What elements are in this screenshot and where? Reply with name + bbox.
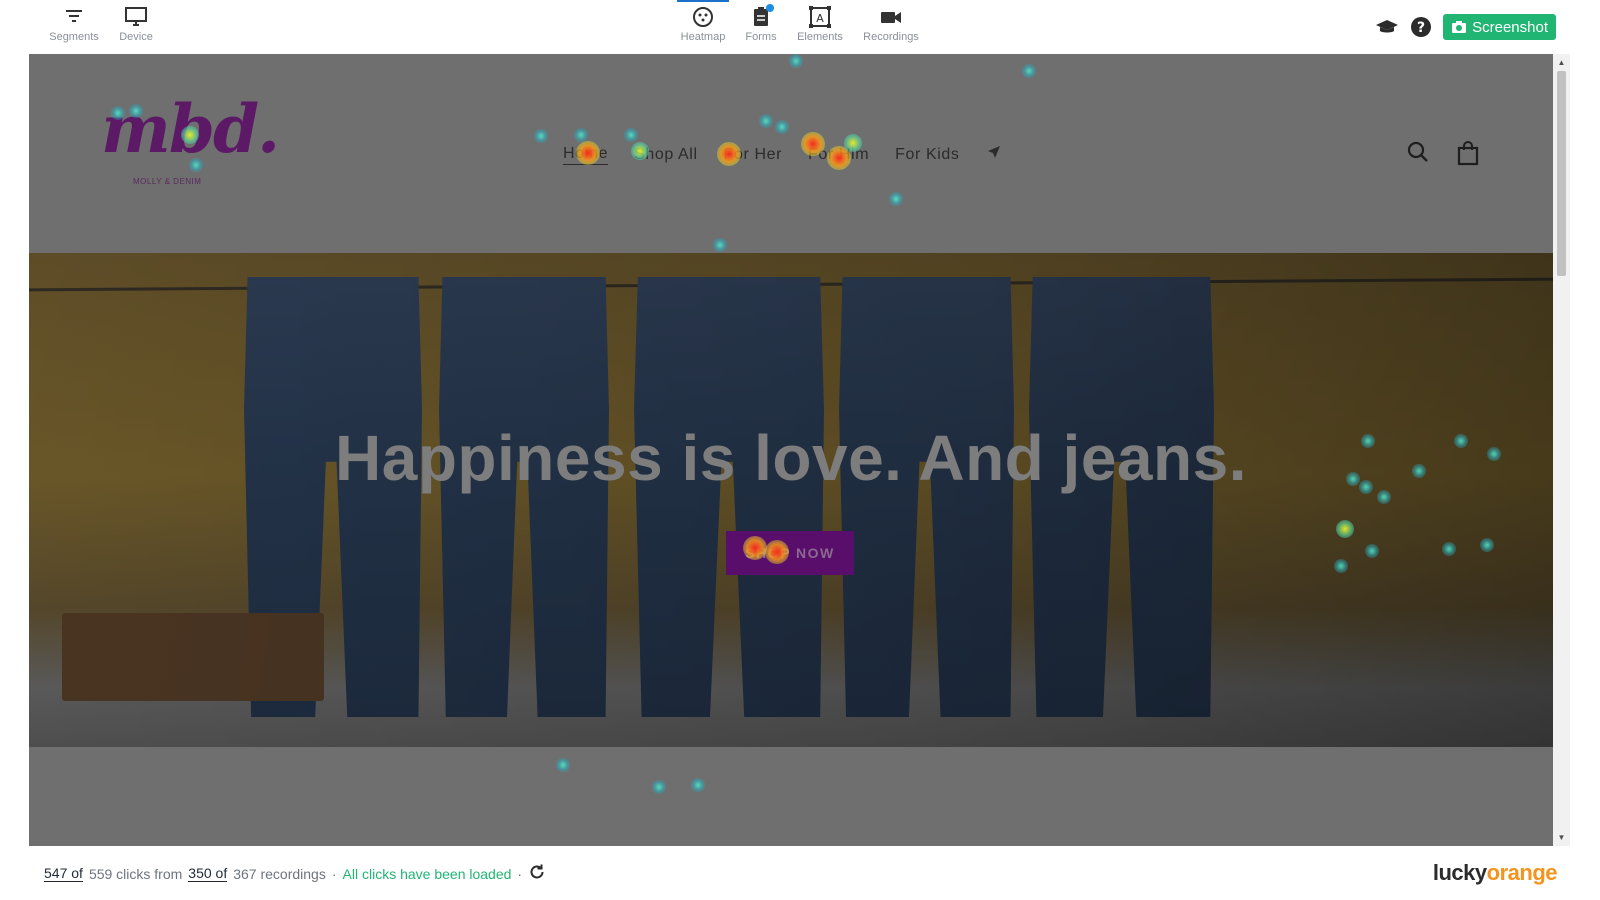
clicks-shown[interactable]: 547 of — [44, 865, 83, 882]
segments-button[interactable]: Segments — [44, 6, 104, 43]
separator: · — [517, 865, 523, 882]
svg-text:?: ? — [1417, 20, 1425, 36]
vertical-scrollbar[interactable]: ▲ ▼ — [1553, 54, 1570, 846]
heat-spot — [889, 192, 903, 206]
help-icon[interactable]: ? — [1409, 15, 1433, 39]
elements-label: Elements — [797, 31, 843, 43]
shopping-bag-icon[interactable] — [1456, 140, 1480, 171]
heat-spot — [534, 129, 548, 143]
heat-spot — [631, 142, 649, 160]
clicks-total: 559 clicks from — [88, 865, 183, 882]
separator: · — [331, 865, 337, 882]
heat-spot — [801, 132, 825, 156]
scroll-up-arrow-icon[interactable]: ▲ — [1553, 54, 1570, 71]
heat-spot — [691, 778, 705, 792]
screenshot-button[interactable]: Screenshot — [1443, 14, 1556, 40]
tab-recordings[interactable]: Recordings — [861, 6, 921, 43]
search-icon[interactable] — [1406, 140, 1430, 171]
screenshot-label: Screenshot — [1472, 18, 1548, 36]
heat-spot — [1454, 434, 1468, 448]
scroll-down-arrow-icon[interactable]: ▼ — [1553, 829, 1570, 846]
heat-spot — [1487, 447, 1501, 461]
heat-spot — [1359, 480, 1373, 494]
heat-spot — [1336, 520, 1354, 538]
recordings-shown[interactable]: 350 of — [188, 865, 228, 882]
refresh-icon[interactable] — [528, 863, 546, 884]
heatmap-label: Heatmap — [680, 31, 726, 43]
tab-forms[interactable]: Forms — [731, 4, 791, 43]
heatmap-toolbar: Segments Device Heatmap Forms A Elements… — [0, 0, 1600, 52]
heat-spot — [1480, 538, 1494, 552]
heat-spot — [556, 758, 570, 772]
heat-spot — [1334, 559, 1348, 573]
hero-overlay — [29, 253, 1553, 747]
load-status: All clicks have been loaded — [342, 865, 512, 882]
heat-spot — [652, 780, 666, 794]
site-header: mbd. MOLLY & DENIM Home Shop All For Her… — [29, 54, 1553, 253]
heat-spot — [759, 114, 773, 128]
forms-badge — [766, 4, 774, 12]
luckyorange-logo: luckyorange — [1432, 860, 1558, 886]
toolbar-right: ? Screenshot — [1375, 14, 1556, 40]
device-label: Device — [119, 31, 153, 43]
heat-spot — [743, 536, 767, 560]
status-footer: 547 of 559 clicks from 350 of 367 record… — [0, 852, 1600, 900]
site-preview-frame: mbd. MOLLY & DENIM Home Shop All For Her… — [29, 54, 1570, 846]
heat-spot — [1022, 64, 1036, 78]
heat-spot — [181, 126, 199, 144]
logo-wordmark: mbd. — [101, 96, 280, 162]
airplane-icon[interactable] — [986, 144, 1002, 165]
monitor-icon — [125, 7, 147, 26]
heat-spot — [713, 238, 727, 252]
camera-icon — [1452, 21, 1467, 33]
heatmap-icon — [693, 7, 713, 27]
site-below-fold — [29, 747, 1553, 846]
heat-spot — [1361, 434, 1375, 448]
scroll-thumb[interactable] — [1557, 71, 1566, 276]
segments-label: Segments — [49, 31, 99, 43]
heat-spot — [576, 141, 600, 165]
video-camera-icon — [881, 12, 901, 23]
heat-spot — [574, 128, 588, 142]
heat-spot — [717, 142, 741, 166]
header-icons — [1406, 140, 1480, 171]
heat-spot — [1442, 542, 1456, 556]
logo-subtext: MOLLY & DENIM — [133, 177, 202, 186]
forms-label: Forms — [745, 31, 777, 43]
heat-spot — [775, 120, 789, 134]
brand-lucky: lucky — [1432, 860, 1487, 885]
heat-spot — [1365, 544, 1379, 558]
heat-spot — [111, 106, 125, 120]
heat-spot — [1377, 490, 1391, 504]
heat-spot — [844, 134, 862, 152]
heat-spot — [789, 54, 803, 68]
svg-text:A: A — [816, 12, 824, 25]
click-stats: 547 of 559 clicks from 350 of 367 record… — [44, 863, 546, 884]
heat-spot — [189, 158, 203, 172]
heat-spot — [129, 104, 143, 118]
heat-spot — [765, 540, 789, 564]
heat-spot — [624, 128, 638, 142]
recordings-total: 367 recordings — [233, 865, 326, 882]
nav-for-kids[interactable]: For Kids — [895, 146, 959, 164]
heat-spot — [1346, 472, 1360, 486]
graduation-cap-icon[interactable] — [1375, 15, 1399, 39]
tab-elements[interactable]: A Elements — [790, 6, 850, 43]
tab-heatmap[interactable]: Heatmap — [673, 0, 733, 43]
element-select-icon: A — [809, 6, 831, 28]
hero-headline: Happiness is love. And jeans. — [335, 422, 1247, 494]
brand-orange: orange — [1486, 860, 1558, 885]
device-button[interactable]: Device — [106, 6, 166, 43]
heat-spot — [1412, 464, 1426, 478]
filter-lines-icon — [66, 10, 82, 22]
recordings-label: Recordings — [863, 31, 919, 43]
site-nav: Home Shop All For Her For Him For Kids — [563, 144, 1002, 165]
hero-banner: Happiness is love. And jeans. SHOP NOW — [29, 253, 1553, 747]
